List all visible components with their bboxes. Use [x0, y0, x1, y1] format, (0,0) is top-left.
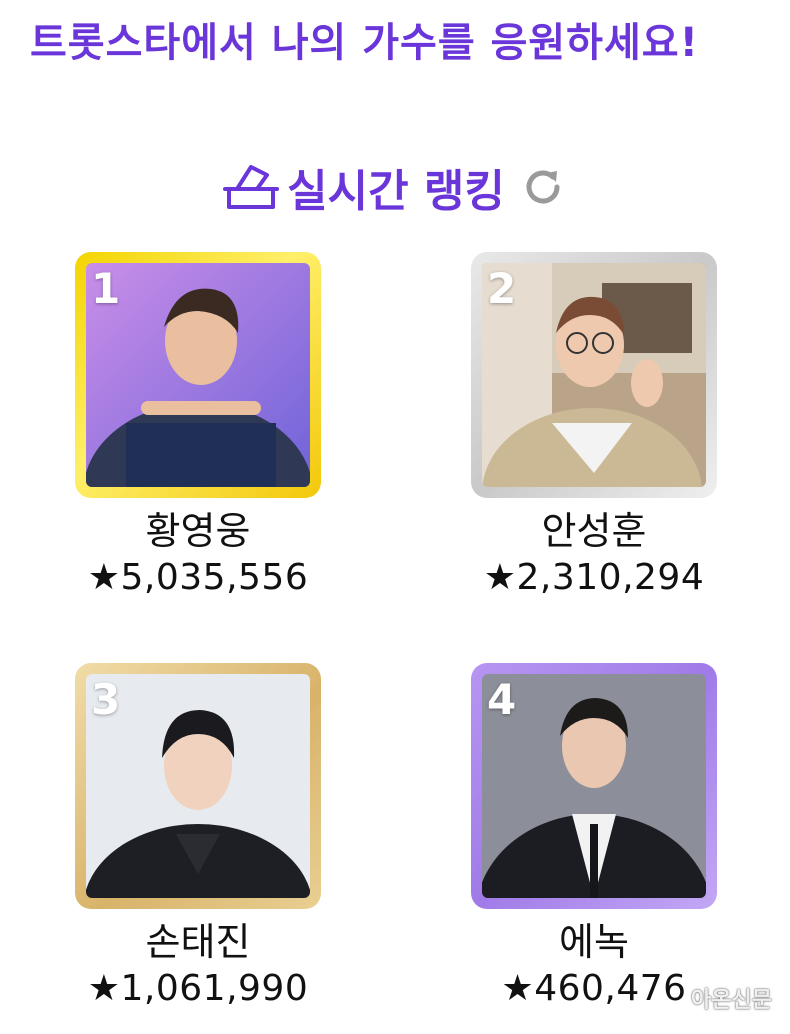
vote-count: ★460,476 — [501, 968, 687, 1009]
photo-frame[interactable]: 3 — [75, 663, 321, 909]
vote-count: ★5,035,556 — [87, 557, 309, 598]
photo-frame[interactable]: 2 — [471, 252, 717, 498]
rank-badge: 4 — [487, 675, 517, 724]
singer-name[interactable]: 황영웅 — [73, 508, 323, 554]
singer-name[interactable]: 손태진 — [73, 919, 323, 965]
singer-name[interactable]: 안성훈 — [469, 508, 719, 554]
ranking-card-3[interactable]: 3 손태진 ★1,061,990 — [73, 663, 323, 1013]
section-header: 실시간 랭킹 — [0, 152, 790, 222]
watermark: 아온신문 — [691, 988, 772, 1013]
photo-frame[interactable]: 1 — [75, 252, 321, 498]
refresh-icon[interactable] — [519, 163, 567, 211]
rank-badge: 2 — [487, 264, 517, 313]
ranking-card-1[interactable]: 1 황영웅 ★5,035,556 — [73, 252, 323, 602]
singer-name[interactable]: 에녹 — [469, 919, 719, 965]
ranking-card-2[interactable]: 2 안성훈 ★2,310,294 — [469, 252, 719, 602]
ranking-card-4[interactable]: 4 에녹 ★460,476 — [469, 663, 719, 1013]
section-title: 실시간 랭킹 — [287, 166, 505, 217]
vote-box-icon — [223, 165, 280, 209]
photo-frame[interactable]: 4 — [471, 663, 717, 909]
headline: 트롯스타에서 나의 가수를 응원하세요! — [30, 20, 699, 66]
rank-badge: 3 — [91, 675, 121, 724]
rank-badge: 1 — [91, 264, 121, 313]
vote-count: ★2,310,294 — [483, 557, 705, 598]
vote-count: ★1,061,990 — [87, 968, 309, 1009]
